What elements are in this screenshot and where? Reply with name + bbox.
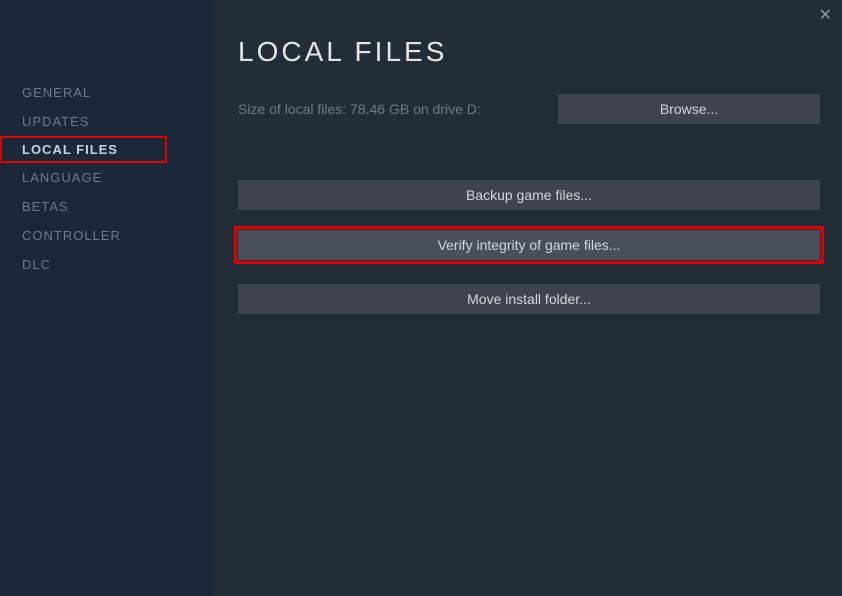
sidebar-item-language[interactable]: LANGUAGE: [0, 163, 212, 192]
browse-button[interactable]: Browse...: [558, 94, 820, 124]
size-row: Size of local files: 78.46 GB on drive D…: [238, 94, 820, 124]
panel-title: LOCAL FILES: [238, 36, 820, 68]
backup-game-files-button[interactable]: Backup game files...: [238, 180, 820, 210]
move-install-folder-button[interactable]: Move install folder...: [238, 284, 820, 314]
sidebar-item-dlc[interactable]: DLC: [0, 250, 212, 279]
sidebar-item-local-files[interactable]: LOCAL FILES: [0, 136, 167, 163]
sidebar: GENERAL UPDATES LOCAL FILES LANGUAGE BET…: [0, 0, 212, 596]
verify-integrity-button[interactable]: Verify integrity of game files...: [238, 230, 820, 260]
sidebar-item-general[interactable]: GENERAL: [0, 78, 212, 107]
sidebar-item-updates[interactable]: UPDATES: [0, 107, 212, 136]
sidebar-item-controller[interactable]: CONTROLLER: [0, 221, 212, 250]
sidebar-item-betas[interactable]: BETAS: [0, 192, 212, 221]
panel-local-files: LOCAL FILES Size of local files: 78.46 G…: [212, 0, 842, 596]
size-text: Size of local files: 78.46 GB on drive D…: [238, 101, 481, 117]
close-icon[interactable]: ✕: [819, 8, 832, 24]
